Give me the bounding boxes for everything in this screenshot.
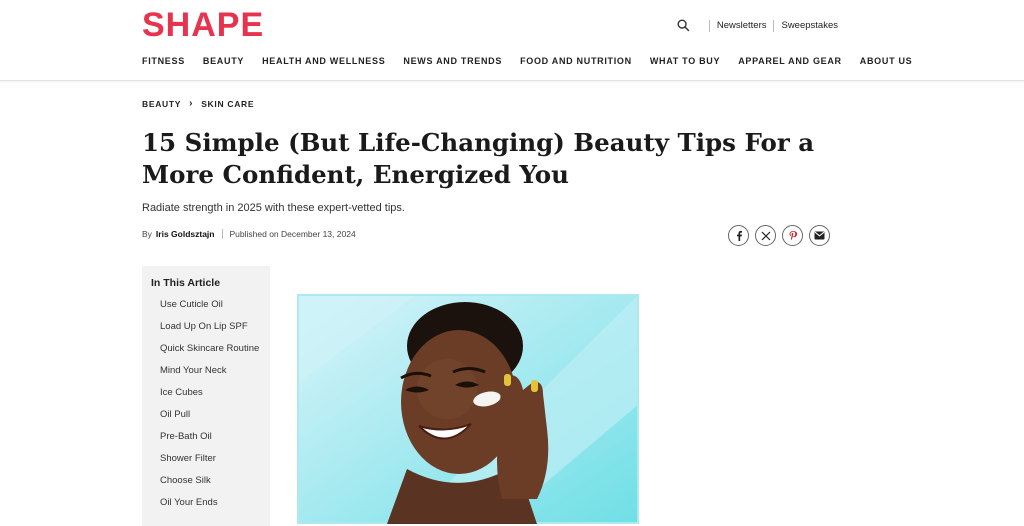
email-icon xyxy=(814,231,825,240)
published-date: Published on December 13, 2024 xyxy=(229,229,356,239)
breadcrumb: BEAUTY › SKIN CARE xyxy=(142,98,254,109)
main-nav: FITNESS BEAUTY HEALTH AND WELLNESS NEWS … xyxy=(142,56,930,66)
table-of-contents: In This Article Use Cuticle Oil Load Up … xyxy=(142,266,270,526)
nav-item-apparel-and-gear[interactable]: APPAREL AND GEAR xyxy=(738,56,842,66)
toc-item[interactable]: Pre-Bath Oil xyxy=(160,430,260,443)
toc-title: In This Article xyxy=(151,277,221,289)
toc-item[interactable]: Oil Pull xyxy=(160,408,260,421)
share-buttons xyxy=(728,225,836,246)
search-icon[interactable] xyxy=(677,19,690,32)
site-header: SHAPE Newsletters Sweepstakes FITNESS BE… xyxy=(0,0,1024,81)
toc-item[interactable]: Choose Silk xyxy=(160,474,260,487)
nav-item-about-us[interactable]: ABOUT US xyxy=(860,56,913,66)
toc-list: Use Cuticle Oil Load Up On Lip SPF Quick… xyxy=(160,298,260,518)
nav-item-food-and-nutrition[interactable]: FOOD AND NUTRITION xyxy=(520,56,632,66)
article-subtitle: Radiate strength in 2025 with these expe… xyxy=(142,202,405,214)
nav-item-health-and-wellness[interactable]: HEALTH AND WELLNESS xyxy=(262,56,385,66)
shape-logo[interactable]: SHAPE xyxy=(142,6,264,45)
toc-item[interactable]: Shower Filter xyxy=(160,452,260,465)
chevron-right-icon: › xyxy=(189,98,194,109)
divider xyxy=(221,229,223,239)
toc-item[interactable]: Oil Your Ends xyxy=(160,496,260,509)
divider xyxy=(773,19,775,32)
hero-image xyxy=(297,294,639,524)
x-icon xyxy=(761,231,770,240)
author-link[interactable]: Iris Goldsztajn xyxy=(156,229,215,239)
breadcrumb-skin-care[interactable]: SKIN CARE xyxy=(201,99,254,109)
byline: By Iris Goldsztajn Published on December… xyxy=(142,229,356,239)
nav-item-beauty[interactable]: BEAUTY xyxy=(203,56,244,66)
pinterest-icon xyxy=(789,231,797,241)
breadcrumb-beauty[interactable]: BEAUTY xyxy=(142,99,181,109)
nav-item-fitness[interactable]: FITNESS xyxy=(142,56,185,66)
nav-item-news-and-trends[interactable]: NEWS AND TRENDS xyxy=(403,56,502,66)
woman-applying-cream-illustration xyxy=(297,294,639,524)
sweepstakes-link[interactable]: Sweepstakes xyxy=(781,20,838,31)
divider xyxy=(708,19,710,32)
facebook-icon xyxy=(736,230,742,241)
toc-item[interactable]: Quick Skincare Routine xyxy=(160,342,260,355)
by-label: By xyxy=(142,229,152,239)
facebook-share-button[interactable] xyxy=(728,225,749,246)
toc-item[interactable]: Load Up On Lip SPF xyxy=(160,320,260,333)
toc-item[interactable]: Ice Cubes xyxy=(160,386,260,399)
toc-item[interactable]: Use Cuticle Oil xyxy=(160,298,260,311)
email-share-button[interactable] xyxy=(809,225,830,246)
x-share-button[interactable] xyxy=(755,225,776,246)
pinterest-share-button[interactable] xyxy=(782,225,803,246)
newsletters-link[interactable]: Newsletters xyxy=(717,20,767,31)
utility-links: Newsletters Sweepstakes xyxy=(677,19,838,32)
nav-item-what-to-buy[interactable]: WHAT TO BUY xyxy=(650,56,720,66)
article-title: 15 Simple (But Life-Changing) Beauty Tip… xyxy=(142,128,815,189)
toc-item[interactable]: Mind Your Neck xyxy=(160,364,260,377)
